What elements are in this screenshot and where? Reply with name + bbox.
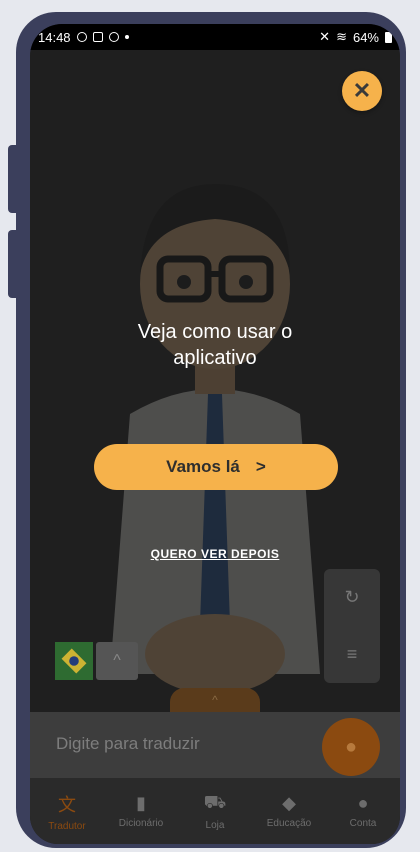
graduation-cap-icon: ◆: [282, 793, 296, 813]
headline-line-2: aplicativo: [173, 347, 257, 369]
nav-label: Educação: [266, 818, 312, 829]
translate-input[interactable]: Digite para traduzir: [56, 734, 200, 754]
drawer-handle[interactable]: ^: [170, 688, 260, 712]
more-notifications-icon: [124, 35, 129, 39]
nav-item-conta[interactable]: ● Conta: [326, 778, 400, 844]
bottom-navigation: 文 Tradutor ▮ Dicionário ⛟ Loja ◆ Educaçã…: [30, 778, 400, 844]
phone-screen: 14:48 ✕ ≋ 64% ✕ Veja como usar o aplicat…: [30, 24, 400, 844]
tutorial-headline: Veja como usar o aplicativo: [30, 319, 400, 371]
nav-label: Loja: [205, 819, 225, 831]
nav-item-dicionario[interactable]: ▮ Dicionário: [104, 778, 178, 844]
start-tutorial-button[interactable]: Vamos lá >: [94, 444, 338, 490]
nav-item-educacao[interactable]: ◆ Educação: [252, 778, 326, 844]
close-icon: ✕: [352, 78, 372, 103]
mute-icon: ✕: [319, 29, 331, 44]
side-action-panel: ↻ ≡: [324, 569, 380, 683]
person-icon: ●: [357, 793, 369, 813]
chevron-up-icon: ^: [212, 693, 218, 707]
status-time: 14:48: [38, 29, 71, 45]
youtube-icon: [92, 32, 103, 42]
nav-item-loja[interactable]: ⛟ Loja: [178, 778, 252, 844]
notification-icon: [108, 32, 119, 42]
see-later-link[interactable]: QUERO VER DEPOIS: [30, 547, 400, 561]
nav-label: Conta: [349, 818, 377, 829]
list-icon[interactable]: ≡: [347, 644, 358, 665]
microphone-button[interactable]: ●: [322, 718, 380, 776]
battery-percent: 64%: [352, 29, 379, 45]
translate-icon: 文: [58, 794, 76, 815]
history-icon[interactable]: ↻: [344, 587, 359, 608]
chevron-right-icon: >: [255, 457, 266, 476]
chevron-up-icon: ^: [113, 652, 121, 669]
headline-line-1: Veja como usar o: [137, 321, 293, 343]
whatsapp-icon: [76, 32, 87, 42]
nav-label: Tradutor: [48, 820, 86, 832]
language-flag-brazil[interactable]: [55, 642, 93, 680]
language-toggle-button[interactable]: ^: [96, 642, 138, 680]
nav-label: Dicionário: [118, 818, 164, 829]
cart-icon: ⛟: [203, 791, 227, 812]
start-tutorial-label: Vamos lá: [166, 457, 240, 476]
status-bar: 14:48 ✕ ≋ 64%: [30, 24, 400, 50]
microphone-icon: ●: [344, 735, 358, 758]
translate-input-bar: Digite para traduzir ●: [30, 712, 400, 778]
battery-icon: [385, 31, 392, 43]
nav-item-tradutor[interactable]: 文 Tradutor: [30, 778, 104, 844]
close-button[interactable]: ✕: [342, 71, 382, 111]
book-icon: ▮: [136, 793, 146, 813]
wifi-signal-icon: ≋: [336, 29, 347, 44]
